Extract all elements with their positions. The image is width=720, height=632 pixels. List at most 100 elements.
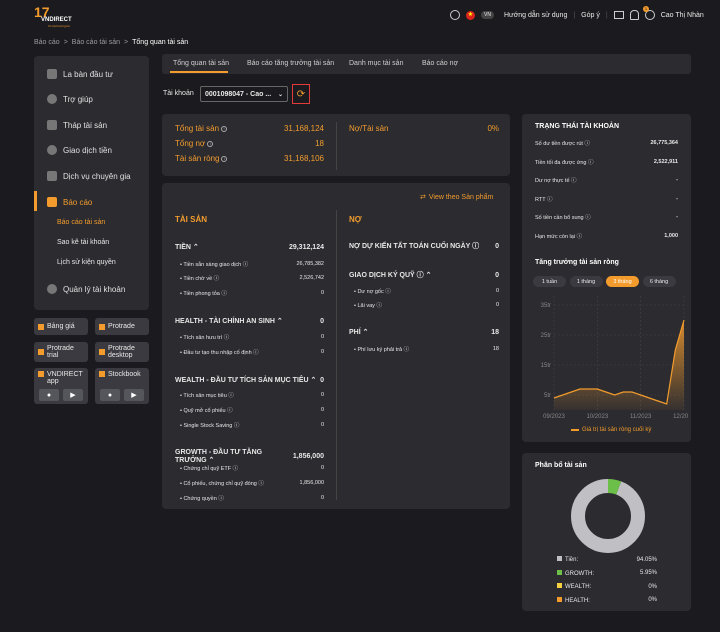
asset-group-2[interactable]: WEALTH - ĐẦU TƯ TÍCH SẢN MỤC TIÊU ⌃ 0 [175,376,324,385]
sidebar-item-asset-tower[interactable]: Tháp tài sản [47,120,107,130]
sidebar-item-compass[interactable]: La bàn đầu tư [47,69,113,79]
asset-row-value: 0 [320,407,324,413]
tab-growth-report[interactable]: Báo cáo tăng trưởng tài sản [247,60,334,67]
breadcrumb: Báo cáo > Báo cáo tài sản > Tổng quan tà… [34,39,189,46]
debt-title: NỢ [349,215,362,224]
legend-label: WEALTH: [557,583,591,590]
mail-icon[interactable] [613,11,624,19]
info-icon[interactable]: i [221,125,228,132]
tab-debt-report[interactable]: Báo cáo nợ [422,60,458,67]
help-icon [47,94,57,104]
asset-row: • Đầu tư tạo thu nhập cố định ⓘ 0 [180,348,324,356]
bell-icon[interactable] [629,10,639,20]
debt-group-name: GIAO DỊCH KÝ QUỸ ⓘ ⌃ [349,272,432,279]
period-button-2[interactable]: 3 tháng [606,276,639,287]
protrade-button[interactable]: Protrade [95,318,149,335]
breadcrumb-reports[interactable]: Báo cáo [34,39,60,46]
breadcrumb-current: Tổng quan tài sản [132,39,189,46]
sidebar-item-expert-service[interactable]: Dịch vụ chuyên gia [47,171,131,181]
asset-group-name: TIỀN ⌃ [175,244,199,251]
net-assets-row: Tài sản ròng i 31,168,106 [175,154,324,163]
tab-portfolio[interactable]: Danh mục tài sản [349,60,403,67]
debt-group-0[interactable]: NỢ DỰ KIẾN TẤT TOÁN CUỐI NGÀY ⓘ 0 [349,241,499,251]
sidebar-sub-asset-report[interactable]: Báo cáo tài sản [57,219,105,226]
debt-group-2[interactable]: PHÍ ⌃ 18 [349,328,499,337]
settings-icon[interactable] [450,10,460,20]
debt-group-1[interactable]: GIAO DỊCH KÝ QUỸ ⓘ ⌃ 0 [349,270,499,280]
sidebar-item-help[interactable]: Trợ giúp [47,94,93,104]
status-label: RTT ⓘ [535,196,553,203]
language-badge[interactable]: VN [481,11,494,19]
refresh-button[interactable]: ⟳ [292,84,310,104]
status-row: Số tiền cần bổ sung ⓘ - [535,213,678,221]
debt-group-value: 18 [491,328,499,336]
period-button-3[interactable]: 6 tháng [642,276,676,287]
asset-group-value: 1,856,000 [292,453,324,460]
details-divider [336,210,337,500]
sidebar-item-account-management[interactable]: Quản lý tài khoản [47,284,125,294]
flag-vn-icon[interactable]: ★ [466,10,475,20]
asset-row-label: • Tiền sẵn sàng giao dịch ⓘ [180,262,249,268]
asset-row: • Cổ phiếu, chứng chỉ quỹ đóng ⓘ 1,856,00… [180,479,324,487]
x-tick-label: 11/2023 [630,414,652,420]
debt-ratio-row: Nợ/Tài sản 0% [349,124,499,133]
allocation-donut [571,479,645,553]
asset-group-name: GROWTH - ĐẦU TƯ TĂNG TRƯỞNG ⌃ [175,449,263,464]
info-icon[interactable]: i [221,155,228,162]
apple-store-icon[interactable]: ● [39,389,59,401]
allocation-legend-item: WEALTH: 0% [557,583,657,590]
account-select[interactable]: 0001098047 - Cao ... ⌄ [200,86,288,102]
status-label: Hạn mức còn lại ⓘ [535,233,583,240]
google-play-icon[interactable]: ▶ [63,389,83,401]
summary-divider [336,122,337,170]
growth-chart: 35tr 25tr 15tr 5tr 09/2023 10/2023 11/2023 12/2… [541,296,688,420]
status-label: Tiền tối đa được ứng ⓘ [535,159,594,166]
asset-row: • Chứng chỉ quỹ ETF ⓘ 0 [180,464,324,472]
tower-icon [47,120,57,130]
asset-row: • Tích sản mục tiêu ⓘ 0 [180,391,324,399]
price-board-button[interactable]: Bảng giá [34,318,88,335]
google-play-icon[interactable]: ▶ [124,389,144,401]
period-button-1[interactable]: 1 tháng [569,276,603,287]
apple-store-icon[interactable]: ● [100,389,120,401]
asset-row-value: 0 [320,290,324,296]
net-assets-value: 31,168,106 [283,154,324,163]
protrade-desktop-button[interactable]: Protrade desktop [95,342,149,362]
status-row: Hạn mức còn lại ⓘ 1,000 [535,232,678,240]
period-button-0[interactable]: 1 tuần [533,276,566,287]
info-icon[interactable]: i [207,140,214,147]
feedback-link[interactable]: Góp ý [581,12,600,19]
sidebar-item-reports[interactable]: Báo cáo [47,197,92,207]
asset-group-3[interactable]: GROWTH - ĐẦU TƯ TĂNG TRƯỞNG ⌃ 1,856,000 [175,449,324,464]
x-tick-label: 12/2023 [673,414,688,420]
asset-row: • Chứng quyền ⓘ 0 [180,494,324,502]
y-tick-label: 5tr [544,393,551,399]
debt-row: • Lãi vay ⓘ 0 [354,301,499,309]
asset-group-1[interactable]: HEALTH - TÀI CHÍNH AN SINH ⌃ 0 [175,317,324,326]
debt-group-value: 0 [495,242,499,250]
protrade-trial-button[interactable]: Protrade trial [34,342,88,362]
debt-row-value: 0 [495,288,499,294]
y-tick-label: 35tr [541,303,551,309]
view-by-product-link[interactable]: ⇄ View theo Sản phẩm [420,193,493,202]
user-guide-link[interactable]: Hướng dẫn sử dụng [504,12,567,19]
asset-row-label: • Tiền phong tỏa ⓘ [180,291,227,297]
debt-group-name: PHÍ ⌃ [349,329,369,336]
debt-row-label: • Lãi vay ⓘ [354,303,382,309]
sidebar-sub-rights-history[interactable]: Lịch sử kiện quyền [57,259,116,266]
asset-row-value: 0 [320,334,324,340]
sidebar-sub-statement[interactable]: Sao kê tài khoản [57,239,109,246]
status-label: Dư nợ thực tế ⓘ [535,178,577,184]
logo[interactable]: 17 VNDIRECT Vì một tương lai [34,4,88,28]
asset-row: • Single Stock Saving ⓘ 0 [180,421,324,429]
breadcrumb-asset-report[interactable]: Báo cáo tài sản [72,39,120,46]
allocation-legend-item: GROWTH: 5.95% [557,569,657,577]
account-status-title: TRẠNG THÁI TÀI KHOẢN [535,123,619,130]
asset-row-label: • Chứng chỉ quỹ ETF ⓘ [180,466,239,472]
tab-overview[interactable]: Tổng quan tài sản [173,60,229,67]
assets-title: TÀI SẢN [175,215,207,224]
user-name[interactable]: Cao Thị Nhàn [661,12,704,19]
asset-group-0[interactable]: TIỀN ⌃ 29,312,124 [175,243,324,252]
sidebar-item-money-transfer[interactable]: Giao dịch tiền [47,145,112,155]
debt-row-label: • Phí lưu ký phải trả ⓘ [354,347,410,353]
